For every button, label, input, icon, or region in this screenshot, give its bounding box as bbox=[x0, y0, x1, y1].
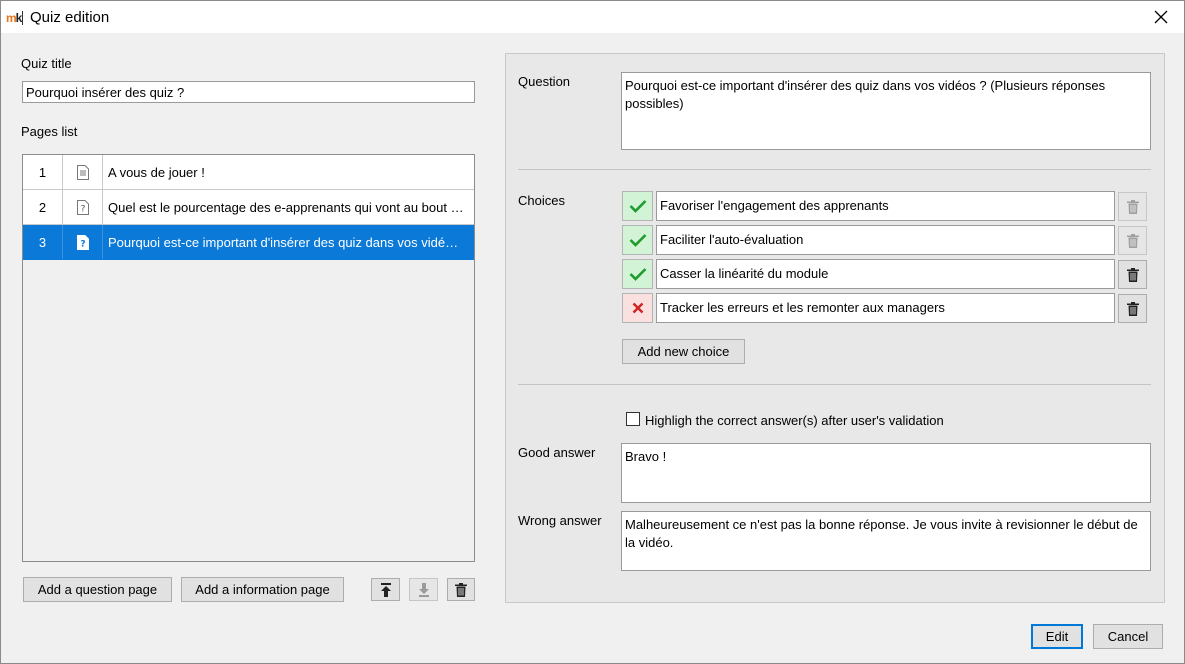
choice-input[interactable]: Favoriser l'engagement des apprenants bbox=[656, 191, 1115, 221]
good-answer-label: Good answer bbox=[518, 445, 596, 460]
page-row-2[interactable]: 2 ? Quel est le pourcentage des e-appren… bbox=[23, 190, 474, 225]
close-button[interactable] bbox=[1138, 1, 1184, 33]
text-page-icon bbox=[76, 164, 89, 180]
quiz-title-label: Quiz title bbox=[21, 56, 72, 71]
page-number: 3 bbox=[23, 225, 63, 259]
choice-correct-toggle[interactable] bbox=[622, 225, 653, 255]
title-bar: mk Quiz edition bbox=[1, 1, 1184, 33]
close-icon bbox=[1154, 10, 1168, 24]
add-information-page-button[interactable]: Add a information page bbox=[181, 577, 344, 602]
question-label: Question bbox=[518, 74, 571, 89]
highlight-correct-checkbox[interactable] bbox=[626, 412, 640, 426]
choice-correct-toggle[interactable] bbox=[622, 293, 653, 323]
move-to-bottom-icon bbox=[418, 582, 429, 597]
delete-choice-button[interactable] bbox=[1118, 260, 1147, 289]
check-icon bbox=[629, 200, 646, 213]
delete-page-button[interactable] bbox=[447, 578, 475, 601]
svg-text:?: ? bbox=[80, 239, 85, 249]
trash-icon bbox=[1126, 199, 1139, 214]
page-number: 2 bbox=[23, 190, 63, 224]
good-answer-textarea[interactable]: Bravo ! bbox=[621, 443, 1151, 503]
quiz-edition-dialog: mk Quiz edition Quiz title Pourquoi insé… bbox=[0, 0, 1185, 664]
edit-button[interactable]: Edit bbox=[1031, 624, 1083, 649]
highlight-correct-label: Highligh the correct answer(s) after use… bbox=[645, 413, 944, 428]
page-title: Pourquoi est-ce important d'insérer des … bbox=[108, 234, 474, 250]
choices-label: Choices bbox=[518, 193, 565, 208]
window-title: Quiz edition bbox=[30, 9, 110, 26]
cancel-button[interactable]: Cancel bbox=[1093, 624, 1163, 649]
trash-icon bbox=[1126, 233, 1139, 248]
move-to-top-icon bbox=[380, 582, 391, 597]
check-icon bbox=[629, 234, 646, 247]
cross-icon bbox=[632, 302, 643, 314]
delete-choice-button[interactable] bbox=[1118, 294, 1147, 323]
page-title: Quel est le pourcentage des e-apprenants… bbox=[108, 199, 474, 215]
wrong-answer-textarea[interactable]: Malheureusement ce n'est pas la bonne ré… bbox=[621, 511, 1151, 571]
add-question-page-button[interactable]: Add a question page bbox=[23, 577, 172, 602]
page-number: 1 bbox=[23, 155, 63, 189]
move-top-button[interactable] bbox=[371, 578, 400, 601]
choice-correct-toggle[interactable] bbox=[622, 259, 653, 289]
choice-input[interactable]: Tracker les erreurs et les remonter aux … bbox=[656, 293, 1115, 323]
divider bbox=[518, 384, 1151, 385]
app-logo: mk bbox=[6, 11, 23, 25]
wrong-answer-label: Wrong answer bbox=[518, 513, 602, 528]
choice-correct-toggle[interactable] bbox=[622, 191, 653, 221]
check-icon bbox=[629, 268, 646, 281]
page-title: A vous de jouer ! bbox=[108, 164, 205, 180]
delete-choice-button[interactable] bbox=[1118, 192, 1147, 221]
pages-list: 1 A vous de jouer ! 2 ? Quel est le pour… bbox=[22, 154, 475, 562]
svg-text:?: ? bbox=[80, 204, 85, 214]
divider bbox=[518, 169, 1151, 170]
trash-icon bbox=[1126, 301, 1139, 316]
choice-input[interactable]: Faciliter l'auto-évaluation bbox=[656, 225, 1115, 255]
question-page-icon: ? bbox=[76, 234, 89, 250]
question-page-icon: ? bbox=[76, 199, 89, 215]
page-row-3[interactable]: 3 ? Pourquoi est-ce important d'insérer … bbox=[23, 225, 474, 260]
trash-icon bbox=[1126, 267, 1139, 282]
pages-list-label: Pages list bbox=[21, 124, 78, 139]
question-editor-panel: Question Pourquoi est-ce important d'ins… bbox=[505, 53, 1165, 603]
question-textarea[interactable]: Pourquoi est-ce important d'insérer des … bbox=[621, 72, 1151, 150]
trash-icon bbox=[455, 582, 467, 597]
page-row-1[interactable]: 1 A vous de jouer ! bbox=[23, 155, 474, 190]
move-bottom-button[interactable] bbox=[409, 578, 438, 601]
quiz-title-input[interactable]: Pourquoi insérer des quiz ? bbox=[22, 81, 475, 103]
delete-choice-button[interactable] bbox=[1118, 226, 1147, 255]
choice-input[interactable]: Casser la linéarité du module bbox=[656, 259, 1115, 289]
add-new-choice-button[interactable]: Add new choice bbox=[622, 339, 745, 364]
